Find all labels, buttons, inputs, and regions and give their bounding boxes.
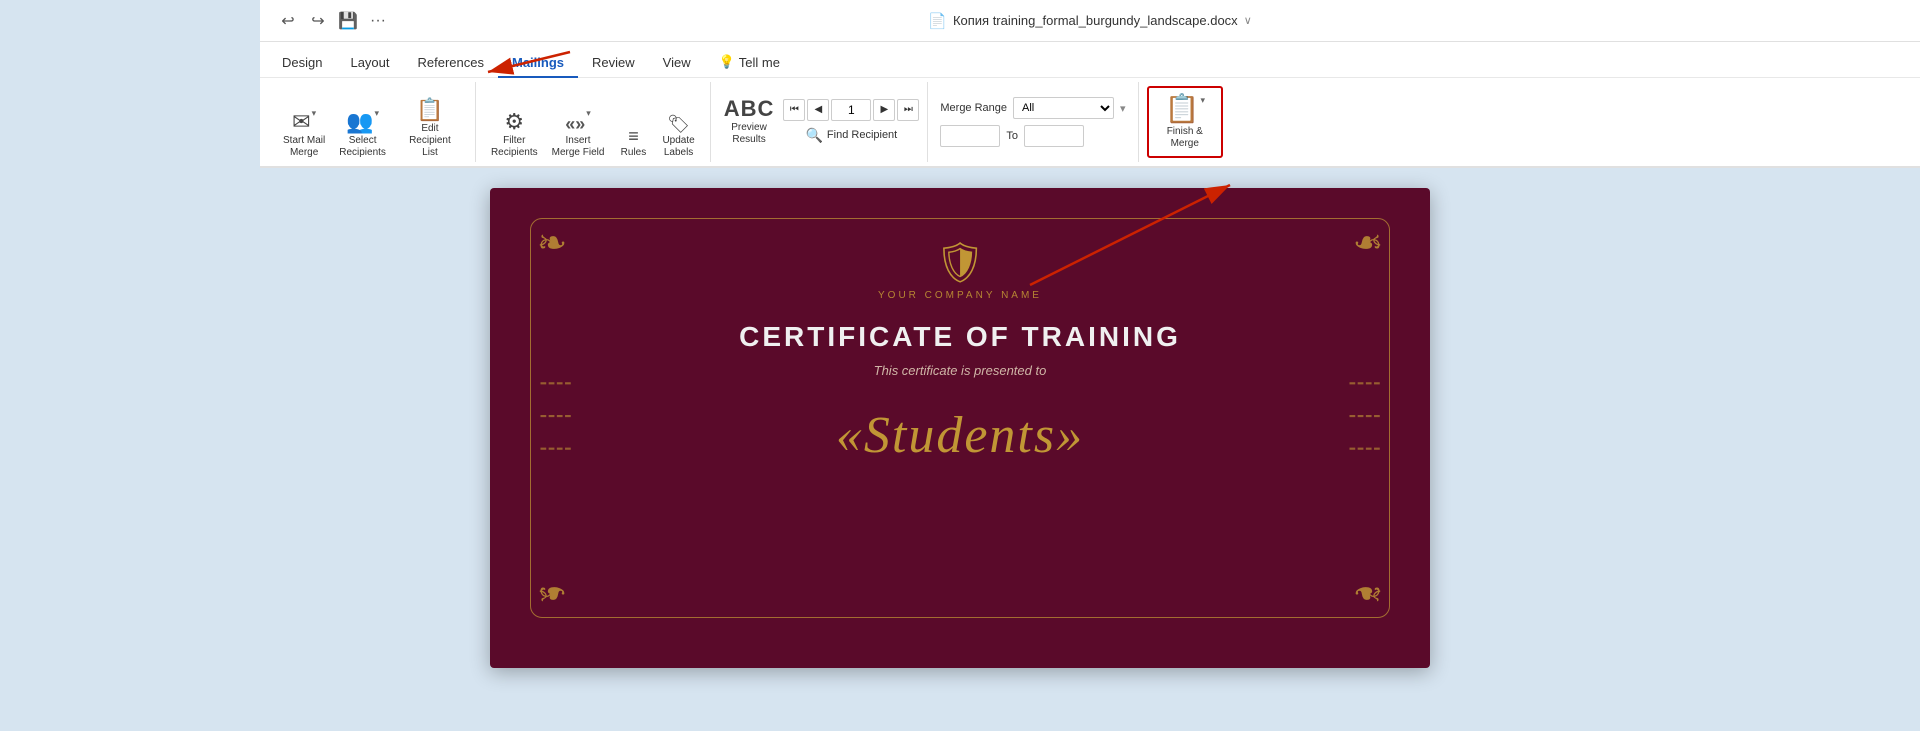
group-merge-range: Merge Range All Current record Custom ▾ … — [928, 82, 1138, 162]
dropdown-arrow-icon: ▾ — [312, 108, 317, 119]
nav-prev-button[interactable]: ◀ — [807, 99, 829, 121]
update-labels-label: UpdateLabels — [662, 135, 694, 159]
update-labels-button[interactable]: 🏷 UpdateLabels — [657, 112, 699, 162]
student-placeholder: «Students» — [836, 406, 1084, 465]
rules-label: Rules — [621, 147, 647, 159]
nav-last-button[interactable]: ⏭ — [897, 99, 919, 121]
dropdown-arrow-icon: ▾ — [586, 108, 591, 119]
tab-references[interactable]: References — [404, 49, 498, 78]
tab-review[interactable]: Review — [578, 49, 649, 78]
filter-icon: ⚙ — [504, 111, 524, 133]
edit-recipient-list-button[interactable]: 📋 EditRecipient List — [395, 96, 465, 162]
preview-results-button[interactable]: ABC PreviewResults — [719, 95, 780, 149]
edit-recipient-label: EditRecipient List — [400, 123, 460, 159]
merge-range-row: Merge Range All Current record Custom ▾ — [940, 97, 1125, 119]
group-items: ⚙ FilterRecipients «» ▾ InsertMerge Fiel… — [486, 82, 700, 162]
corner-ornament-tr: ❧ — [1323, 225, 1383, 285]
edit-recipient-icon: 📋 — [416, 99, 443, 121]
nav-number-input[interactable] — [831, 99, 871, 121]
update-labels-icon: 🏷 — [667, 115, 690, 133]
window-title-area: 📄 Копия training_formal_burgundy_landsca… — [928, 12, 1252, 30]
corner-ornament-br: ❧ — [1323, 551, 1383, 611]
insert-merge-icon: «» — [565, 115, 585, 133]
finish-merge-icon: 📋 — [1165, 95, 1200, 123]
lightbulb-icon: 💡 — [719, 54, 735, 70]
merge-range-select[interactable]: All Current record Custom — [1013, 97, 1114, 119]
ribbon-tabs: Design Layout References Mailings Review… — [260, 42, 1920, 78]
merge-from-input[interactable] — [940, 125, 1000, 147]
finish-merge-button[interactable]: 📋 ▾ Finish &Merge — [1149, 87, 1221, 158]
select-recipients-label: SelectRecipients — [339, 135, 386, 159]
merge-from-row: To — [940, 125, 1084, 147]
finish-merge-label: Finish &Merge — [1167, 126, 1203, 150]
nav-next-button[interactable]: ▶ — [873, 99, 895, 121]
doc-icon: 📄 — [928, 12, 947, 30]
insert-merge-field-button[interactable]: «» ▾ InsertMerge Field — [547, 105, 610, 162]
abc-preview-icon: ABC — [724, 98, 775, 120]
tab-design[interactable]: Design — [268, 49, 336, 78]
corner-ornament-bl: ❧ — [537, 551, 597, 611]
more-button[interactable]: ··· — [366, 9, 390, 33]
window-title: Копия training_formal_burgundy_landscape… — [953, 13, 1238, 28]
select-recipients-icon: 👥 — [346, 111, 373, 133]
dropdown-arrow-icon: ▾ — [375, 108, 380, 119]
certificate-subtitle: This certificate is presented to — [874, 363, 1047, 378]
side-decoration-left: ┊ ┊ ┊ — [539, 375, 572, 461]
corner-ornament-tl: ❧ — [537, 225, 597, 285]
find-recipient-label: Find Recipient — [827, 129, 897, 141]
finish-merge-dropdown-arrow-icon: ▾ — [1200, 95, 1205, 106]
title-bar: ↩ ↪ 💾 ··· 📄 Копия training_formal_burgun… — [260, 0, 1920, 42]
undo-button[interactable]: ↩ — [276, 9, 300, 33]
certificate-title: CERTIFICATE OF TRAINING — [739, 321, 1181, 353]
ribbon: Design Layout References Mailings Review… — [260, 42, 1920, 168]
find-recipient-button[interactable]: 🔍 Find Recipient — [801, 125, 901, 146]
document-area: ❧ ❧ ❧ ❧ ┊ ┊ ┊ ┊ ┊ ┊ 🛡 YOUR COMPANY NAME … — [0, 168, 1920, 688]
nav-row: ⏮ ◀ ▶ ⏭ — [783, 99, 919, 121]
group-write-insert: ⚙ FilterRecipients «» ▾ InsertMerge Fiel… — [476, 82, 711, 162]
group-preview-results: ABC PreviewResults ⏮ ◀ ▶ ⏭ 🔍 Find Recipi… — [711, 82, 929, 162]
nav-controls: ⏮ ◀ ▶ ⏭ 🔍 Find Recipient — [783, 99, 919, 146]
merge-to-label: To — [1006, 130, 1018, 142]
company-name: YOUR COMPANY NAME — [878, 290, 1042, 301]
ribbon-content: ✉ ▾ Start MailMerge 👥 ▾ SelectRecipients… — [260, 78, 1920, 166]
insert-merge-label: InsertMerge Field — [552, 135, 605, 159]
nav-first-button[interactable]: ⏮ — [783, 99, 805, 121]
certificate-outer: ❧ ❧ ❧ ❧ ┊ ┊ ┊ ┊ ┊ ┊ 🛡 YOUR COMPANY NAME … — [490, 188, 1430, 638]
tab-tell-me[interactable]: 💡 Tell me — [705, 48, 794, 78]
preview-results-label: PreviewResults — [731, 122, 767, 146]
title-chevron-icon: ∨ — [1244, 14, 1252, 27]
title-bar-controls: ↩ ↪ 💾 ··· — [276, 9, 390, 33]
tab-view[interactable]: View — [649, 49, 705, 78]
save-button[interactable]: 💾 — [336, 9, 360, 33]
tab-mailings[interactable]: Mailings — [498, 49, 578, 78]
redo-button[interactable]: ↪ — [306, 9, 330, 33]
document-page: ❧ ❧ ❧ ❧ ┊ ┊ ┊ ┊ ┊ ┊ 🛡 YOUR COMPANY NAME … — [490, 188, 1430, 668]
find-icon: 🔍 — [805, 127, 822, 144]
certificate-border: ❧ ❧ ❧ ❧ ┊ ┊ ┊ ┊ ┊ ┊ 🛡 YOUR COMPANY NAME … — [530, 218, 1390, 618]
filter-label: FilterRecipients — [491, 135, 538, 159]
expand-icon[interactable]: ▾ — [1120, 102, 1126, 115]
start-mail-merge-label: Start MailMerge — [283, 135, 325, 159]
mail-merge-icon: ✉ — [292, 111, 310, 133]
group-finish-merge: 📋 ▾ Finish &Merge — [1147, 86, 1223, 158]
start-mail-merge-button[interactable]: ✉ ▾ Start MailMerge — [278, 105, 330, 162]
certificate-crest: 🛡 — [935, 239, 986, 286]
tab-layout[interactable]: Layout — [336, 49, 403, 78]
merge-to-input[interactable] — [1024, 125, 1084, 147]
group-items: ✉ ▾ Start MailMerge 👥 ▾ SelectRecipients… — [278, 82, 465, 162]
select-recipients-button[interactable]: 👥 ▾ SelectRecipients — [334, 105, 391, 162]
filter-recipients-button[interactable]: ⚙ FilterRecipients — [486, 108, 543, 162]
side-decoration-right: ┊ ┊ ┊ — [1348, 375, 1381, 461]
rules-button[interactable]: ≡ Rules — [613, 124, 653, 162]
merge-range-label: Merge Range — [940, 102, 1007, 114]
rules-icon: ≡ — [628, 127, 639, 145]
group-start-mail-merge: ✉ ▾ Start MailMerge 👥 ▾ SelectRecipients… — [268, 82, 476, 162]
